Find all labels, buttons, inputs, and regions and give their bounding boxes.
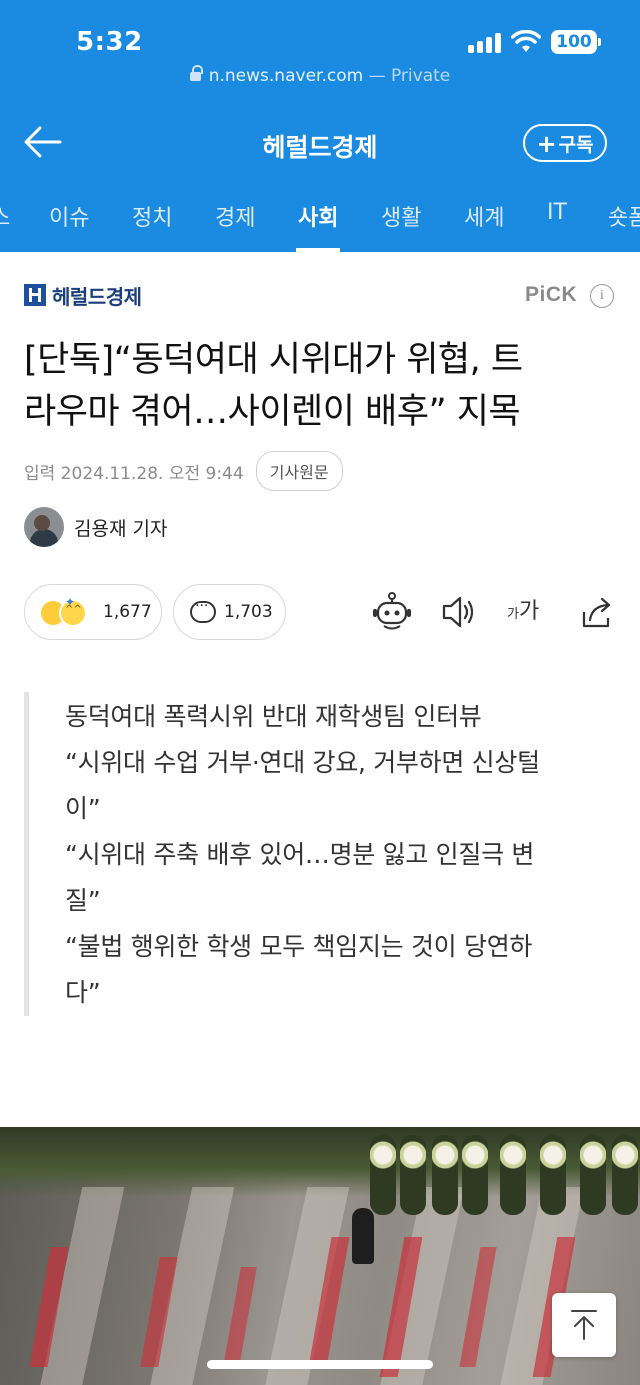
tab-shortform[interactable]: 숏폼 [608, 200, 640, 252]
press-name: 헤럴드경제 [52, 284, 142, 309]
status-time: 5:32 [76, 27, 143, 57]
headline-line-2: 라우마 겪어…사이렌이 배후” 지목 [24, 392, 521, 432]
article-summary: 동덕여대 폭력시위 반대 재학생팀 인터뷰 “시위대 수업 거부·연대 강요, … [24, 692, 614, 1016]
article-photo[interactable] [0, 1127, 640, 1385]
summary-line: 질” [65, 886, 101, 915]
original-article-button[interactable]: 기사원문 [255, 451, 343, 491]
tab-sports[interactable]: 스 [0, 200, 10, 252]
font-size-button[interactable]: 가가 [507, 590, 547, 634]
tab-issue[interactable]: 이슈 [49, 200, 89, 252]
category-tabs: 스 이슈 정치 경제 사회 생활 세계 IT 숏폼 [0, 188, 640, 252]
article-headline: [단독]“동덕여대 시위대가 위협, 트 라우마 겪어…사이렌이 배후” 지목 [24, 334, 620, 438]
publish-date: 입력 2024.11.28. 오전 9:44 [24, 463, 244, 484]
tab-life[interactable]: 생활 [381, 200, 421, 252]
summary-line: “시위대 수업 거부·연대 강요, 거부하면 신상털 [65, 748, 540, 777]
reaction-emoji-icon: ✦ [41, 595, 97, 627]
subscribe-label: 구독 [558, 134, 594, 156]
lock-icon [189, 65, 203, 82]
tab-politics[interactable]: 정치 [132, 200, 172, 252]
tab-world[interactable]: 세계 [464, 200, 504, 252]
nav-bar: 헤럴드경제 + 구독 [0, 110, 640, 174]
comment-count: 1,703 [224, 602, 273, 622]
home-indicator [207, 1360, 433, 1369]
font-small-label: 가 [507, 607, 519, 622]
reaction-button[interactable]: ✦ 1,677 [24, 584, 162, 640]
press-logo[interactable]: 헤럴드경제 [24, 281, 142, 309]
share-icon[interactable] [578, 590, 614, 634]
summary-line: 이” [65, 794, 101, 823]
summary-bot-icon[interactable] [372, 590, 412, 634]
reaction-count: 1,677 [103, 602, 152, 622]
url-bar[interactable]: n.news.naver.com — Private [0, 65, 640, 94]
wifi-icon [511, 30, 541, 52]
comment-icon [190, 598, 216, 623]
tab-it[interactable]: IT [547, 200, 567, 252]
signal-icon [468, 33, 502, 53]
scroll-top-button[interactable] [552, 1293, 616, 1357]
tab-economy[interactable]: 경제 [215, 200, 255, 252]
photo-person [352, 1208, 374, 1264]
headline-line-1: [단독]“동덕여대 시위대가 위협, 트 [24, 340, 523, 380]
author-name: 김용재 기자 [74, 517, 168, 540]
summary-line: 동덕여대 폭력시위 반대 재학생팀 인터뷰 [65, 702, 482, 731]
comment-button[interactable]: 1,703 [173, 584, 286, 640]
speaker-icon[interactable] [440, 590, 476, 634]
avatar [24, 507, 64, 547]
status-bar: 5:32 100 [0, 0, 640, 70]
press-mark-icon [24, 284, 46, 306]
summary-line: “불법 행위한 학생 모두 책임지는 것이 당연하 [65, 932, 533, 961]
summary-line: “시위대 주축 배후 있어…명분 잃고 인질극 변 [65, 840, 535, 869]
url-text: n.news.naver.com [208, 66, 364, 86]
battery-icon: 100 [551, 30, 601, 54]
plus-icon: + [536, 130, 557, 158]
subscribe-button[interactable]: + 구독 [523, 124, 607, 162]
font-large-label: 가 [518, 599, 540, 624]
app-header: 5:32 100 n.news.naver.com — Private 헤럴드경… [0, 0, 640, 252]
article-meta: 입력 2024.11.28. 오전 9:44 기사원문 [24, 451, 343, 491]
back-arrow-icon[interactable] [22, 122, 64, 162]
info-icon[interactable]: i [590, 284, 614, 308]
private-label: — Private [368, 66, 451, 86]
pick-badge: PiCK [525, 283, 578, 306]
tab-society[interactable]: 사회 [295, 200, 341, 252]
author-row[interactable]: 김용재 기자 [24, 507, 167, 547]
summary-line: 다” [65, 978, 101, 1007]
